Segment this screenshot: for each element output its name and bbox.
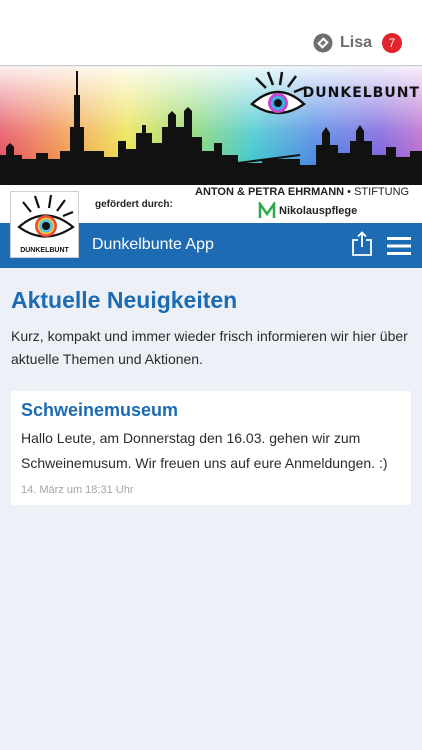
user-menu[interactable]: Lisa 7 [313,33,402,53]
account-switch-icon [313,33,333,53]
news-card[interactable]: Schweinemuseum Hallo Leute, am Donnersta… [11,391,411,505]
foundation-suffix: STIFTUNG [354,186,410,198]
user-name[interactable]: Lisa [340,34,372,52]
app-logo-text: DUNKELBUNT [20,247,69,254]
hamburger-menu-icon[interactable] [387,236,411,256]
app-title: Dunkelbunte App [92,236,214,253]
partner-name: Nikolauspflege [279,205,358,217]
foundation-separator: • [344,186,355,198]
share-icon[interactable] [351,231,373,257]
notification-badge[interactable]: 7 [382,33,402,53]
header-banner: DUNKELBUNT [0,67,422,185]
top-header: Lisa 7 [0,0,422,66]
news-body: Hallo Leute, am Donnerstag den 16.03. ge… [21,430,388,471]
banner-title: DUNKELBUNT [302,85,420,101]
rainbow-eye-logo [250,71,306,115]
partner-logo: Nikolauspflege [258,202,357,220]
page-title: Aktuelle Neuigkeiten [11,287,238,313]
intro-text: Kurz, kompakt und immer wieder frisch in… [11,328,408,367]
foundation-title: ANTON & PETRA EHRMANN [195,186,345,198]
news-title[interactable]: Schweinemuseum [21,400,178,421]
sponsor-label: gefördert durch: [95,199,173,210]
news-timestamp: 14. März um 18:31 Uhr [21,484,134,496]
foundation-name: ANTON & PETRA EHRMANN • STIFTUNG [195,186,409,198]
rainbow-eye-logo [17,194,75,238]
nikolauspflege-logo [258,202,276,218]
app-logo[interactable]: DUNKELBUNT [10,191,79,258]
